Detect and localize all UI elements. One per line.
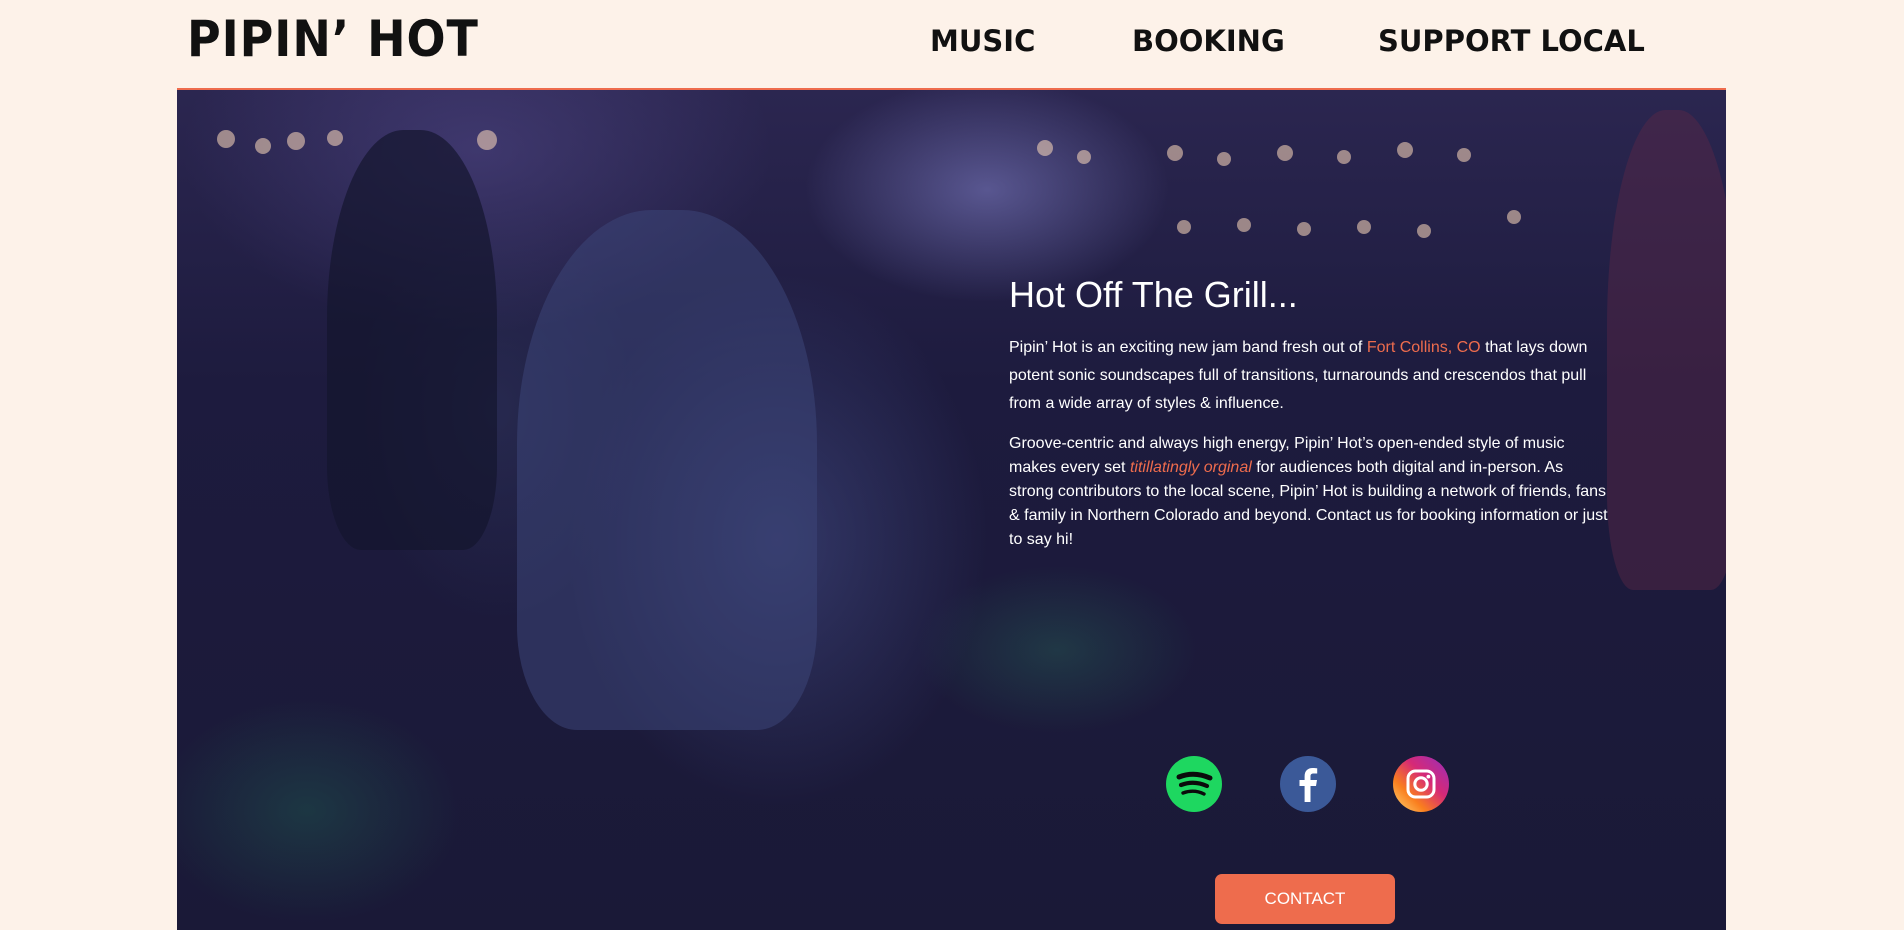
stage-light bbox=[477, 130, 497, 150]
bassist-silhouette bbox=[1607, 110, 1726, 590]
spotify-icon[interactable] bbox=[1166, 756, 1222, 812]
stage-light bbox=[1217, 152, 1231, 166]
stage-light bbox=[1037, 140, 1053, 156]
hero-description-paragraph: Groove-centric and always high energy, P… bbox=[1009, 432, 1609, 552]
stage-light bbox=[1297, 222, 1311, 236]
instagram-icon[interactable] bbox=[1393, 756, 1449, 812]
nav-link-music[interactable]: MUSIC bbox=[930, 24, 1035, 58]
stage-light bbox=[1507, 210, 1521, 224]
intro-text: Pipin’ Hot is an exciting new jam band f… bbox=[1009, 339, 1367, 356]
guitarist-silhouette bbox=[327, 130, 497, 550]
nav-link-booking[interactable]: BOOKING bbox=[1132, 24, 1285, 58]
hero-section: Hot Off The Grill... Pipin’ Hot is an ex… bbox=[177, 90, 1726, 930]
stage-light bbox=[255, 138, 271, 154]
hero-content: Hot Off The Grill... Pipin’ Hot is an ex… bbox=[1009, 274, 1609, 924]
contact-button[interactable]: CONTACT bbox=[1215, 874, 1395, 924]
social-links bbox=[1009, 756, 1609, 812]
fort-collins-link[interactable]: Fort Collins, CO bbox=[1367, 339, 1481, 356]
emphasis-text: titillatingly orginal bbox=[1129, 459, 1252, 476]
stage-light bbox=[1237, 218, 1251, 232]
stage-light bbox=[1077, 150, 1091, 164]
stage-light bbox=[287, 132, 305, 150]
stage-light bbox=[1357, 220, 1371, 234]
stage-light bbox=[1337, 150, 1351, 164]
stage-light bbox=[1277, 145, 1293, 161]
hero-title: Hot Off The Grill... bbox=[1009, 274, 1298, 315]
stage-light bbox=[327, 130, 343, 146]
stage-light bbox=[1457, 148, 1471, 162]
stage-light bbox=[1167, 145, 1183, 161]
site-logo[interactable]: PIPIN’ HOT bbox=[187, 14, 479, 64]
stage-light bbox=[1397, 142, 1413, 158]
facebook-icon[interactable] bbox=[1280, 756, 1336, 812]
stage-light bbox=[217, 130, 235, 148]
stage-light bbox=[1417, 224, 1431, 238]
hero-intro-paragraph: Pipin’ Hot is an exciting new jam band f… bbox=[1009, 334, 1609, 418]
stage-light bbox=[1177, 220, 1191, 234]
site-header: PIPIN’ HOT MUSIC BOOKING SUPPORT LOCAL bbox=[0, 0, 1904, 90]
drummer-silhouette bbox=[517, 210, 817, 730]
nav-link-support-local[interactable]: SUPPORT LOCAL bbox=[1378, 24, 1645, 58]
